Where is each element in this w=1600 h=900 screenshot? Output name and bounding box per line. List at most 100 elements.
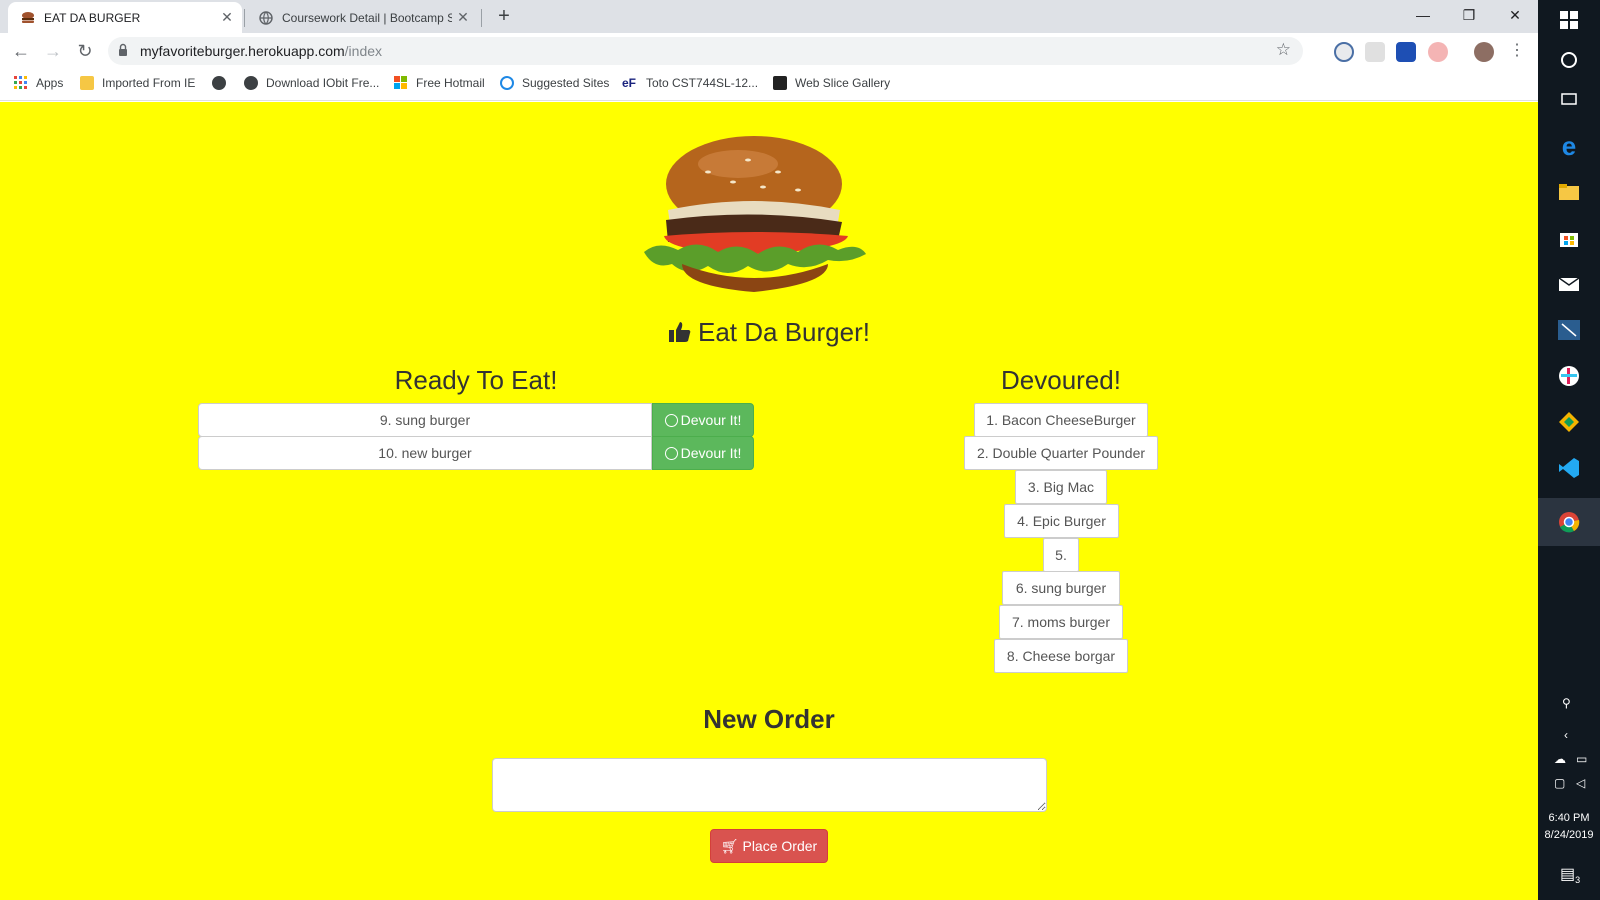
clock-time: 6:40 PM	[1548, 812, 1590, 824]
forward-arrow-icon[interactable]: →	[40, 39, 66, 63]
tab-close-icon[interactable]: ✕	[216, 9, 238, 26]
reload-icon[interactable]: ↻	[72, 39, 98, 63]
burger-image	[644, 136, 866, 292]
new-tab-button[interactable]: +	[490, 4, 518, 30]
cart-icon: 🛒︎	[720, 838, 739, 854]
devoured-burger-item: 5.	[1043, 538, 1079, 572]
vscode-icon[interactable]	[1555, 454, 1583, 482]
menu-dots-icon[interactable]: ⋮	[1504, 39, 1530, 63]
ready-burger-name: 9. sung burger	[198, 403, 652, 437]
page-title-text: Eat Da Burger!	[698, 317, 870, 347]
store-icon[interactable]	[1555, 224, 1583, 252]
restore-button[interactable]: ❐	[1446, 0, 1492, 30]
url-text: myfavoriteburger.herokuapp.com/index	[140, 43, 382, 59]
bookmark-label: Web Slice Gallery	[795, 76, 891, 90]
git-kraken-icon[interactable]	[1555, 408, 1583, 436]
smile-icon	[664, 447, 678, 460]
extension-redir-icon[interactable]	[1396, 42, 1416, 62]
bookmark-label: Suggested Sites	[522, 76, 610, 90]
cortana-icon[interactable]	[1555, 46, 1583, 74]
ready-to-eat-heading: Ready To Eat!	[394, 365, 558, 395]
taskbar-clock[interactable]: 6:40 PM 8/24/2019	[1538, 810, 1600, 844]
bookmark-label: Free Hotmail	[416, 76, 485, 90]
windows-start-icon[interactable]	[1555, 6, 1583, 34]
battery-icon[interactable]: ▭	[1576, 752, 1587, 766]
new-order-heading: New Order	[703, 704, 835, 734]
bookmark-download-iobit[interactable]: Download IObit Fre...	[244, 76, 379, 90]
bookmark-globe[interactable]	[212, 76, 234, 90]
devoured-burger-item: 1. Bacon CheeseBurger	[974, 403, 1148, 437]
new-burger-input[interactable]	[492, 758, 1047, 812]
onedrive-icon[interactable]: ☁	[1554, 752, 1566, 766]
clock-date: 8/24/2019	[1544, 829, 1594, 841]
devour-button[interactable]: Devour It!	[652, 403, 754, 437]
task-view-icon[interactable]	[1555, 85, 1583, 113]
tab-close-icon[interactable]: ✕	[452, 9, 474, 26]
devour-button-label: Devour It!	[680, 412, 742, 428]
address-bar[interactable]: myfavoriteburger.herokuapp.com/index ☆	[108, 37, 1303, 65]
extension-grid-icon[interactable]	[1365, 42, 1385, 62]
bookmark-web-slice-gallery[interactable]: Web Slice Gallery	[773, 76, 890, 90]
page-title: Eat Da Burger!	[0, 317, 1538, 348]
browser-toolbar: ← → ↻ myfavoriteburger.herokuapp.com/ind…	[0, 33, 1538, 69]
folder-icon	[80, 76, 94, 90]
ie-icon	[500, 76, 514, 90]
tab-divider	[244, 9, 245, 27]
devour-button-label: Devour It!	[680, 445, 742, 461]
devour-button[interactable]: Devour It!	[652, 436, 754, 470]
burger-favicon-icon	[20, 10, 36, 26]
tab-eat-da-burger[interactable]: EAT DA BURGER ✕	[8, 2, 242, 33]
windows-taskbar: e ⚲ ‹ ☁ ▭ ▢ ◁ 6:40 PM 8/24/2019 ▤3	[1538, 0, 1600, 900]
notification-count: 3	[1575, 875, 1581, 886]
url-path: /index	[344, 43, 383, 59]
bookmark-label: Imported From IE	[102, 76, 196, 90]
tab-title: EAT DA BURGER	[44, 10, 141, 25]
web-slice-icon	[773, 76, 787, 90]
devoured-heading: Devoured!	[1001, 365, 1121, 395]
ready-burger-name: 10. new burger	[198, 436, 652, 470]
bookmark-imported-from-ie[interactable]: Imported From IE	[80, 76, 195, 90]
place-order-button[interactable]: 🛒︎ Place Order	[710, 829, 828, 863]
bookmark-label: Toto CST744SL-12...	[646, 76, 759, 90]
bookmark-toto[interactable]: eF Toto CST744SL-12...	[622, 76, 758, 90]
ready-burger-row: 10. new burger Devour It!	[198, 436, 754, 470]
bookmark-suggested-sites[interactable]: Suggested Sites	[500, 76, 609, 90]
close-window-button[interactable]: ✕	[1492, 0, 1538, 30]
globe-icon	[244, 76, 258, 90]
bookmark-label: Apps	[36, 76, 64, 90]
bookmark-free-hotmail[interactable]: Free Hotmail	[394, 76, 485, 90]
sql-tool-icon[interactable]	[1555, 316, 1583, 344]
extension-arrow-icon[interactable]	[1428, 42, 1448, 62]
page-content: Eat Da Burger! Ready To Eat! Devoured! 9…	[0, 102, 1538, 900]
network-icon[interactable]: ▢	[1554, 776, 1565, 790]
tab-divider	[481, 9, 482, 27]
devoured-burger-item: 4. Epic Burger	[1004, 504, 1119, 538]
file-explorer-icon[interactable]	[1555, 178, 1583, 206]
edge-browser-icon[interactable]: e	[1555, 131, 1583, 161]
globe-icon	[212, 76, 226, 90]
ready-burger-row: 9. sung burger Devour It!	[198, 403, 754, 437]
back-arrow-icon[interactable]: ←	[8, 39, 34, 63]
minimize-button[interactable]: —	[1400, 0, 1446, 30]
bookmark-apps[interactable]: Apps	[14, 76, 63, 90]
tab-strip: EAT DA BURGER ✕ Coursework Detail | Boot…	[0, 0, 1538, 33]
chrome-icon[interactable]	[1555, 508, 1583, 536]
bookmark-label: Download IObit Fre...	[266, 76, 380, 90]
tab-coursework-detail[interactable]: Coursework Detail | Bootcamp Sp ✕	[246, 2, 478, 33]
volume-icon[interactable]: ◁	[1576, 776, 1585, 790]
bookmark-star-icon[interactable]: ☆	[1276, 40, 1291, 60]
thumbs-up-icon	[669, 322, 691, 342]
devoured-burger-item: 8. Cheese borgar	[994, 639, 1128, 673]
notifications-icon[interactable]: ▤3	[1560, 864, 1580, 885]
smile-icon	[664, 414, 678, 427]
ef-logo-icon: eF	[622, 76, 637, 90]
windows-logo-icon	[394, 76, 408, 90]
lock-icon	[119, 43, 127, 56]
chevron-left-icon[interactable]: ‹	[1564, 728, 1568, 742]
people-icon[interactable]: ⚲	[1562, 696, 1571, 710]
slack-icon[interactable]	[1555, 362, 1583, 390]
profile-avatar[interactable]	[1474, 42, 1494, 62]
devoured-burger-item: 3. Big Mac	[1015, 470, 1107, 504]
mail-icon[interactable]	[1555, 270, 1583, 298]
extension-info-icon[interactable]	[1334, 42, 1354, 62]
